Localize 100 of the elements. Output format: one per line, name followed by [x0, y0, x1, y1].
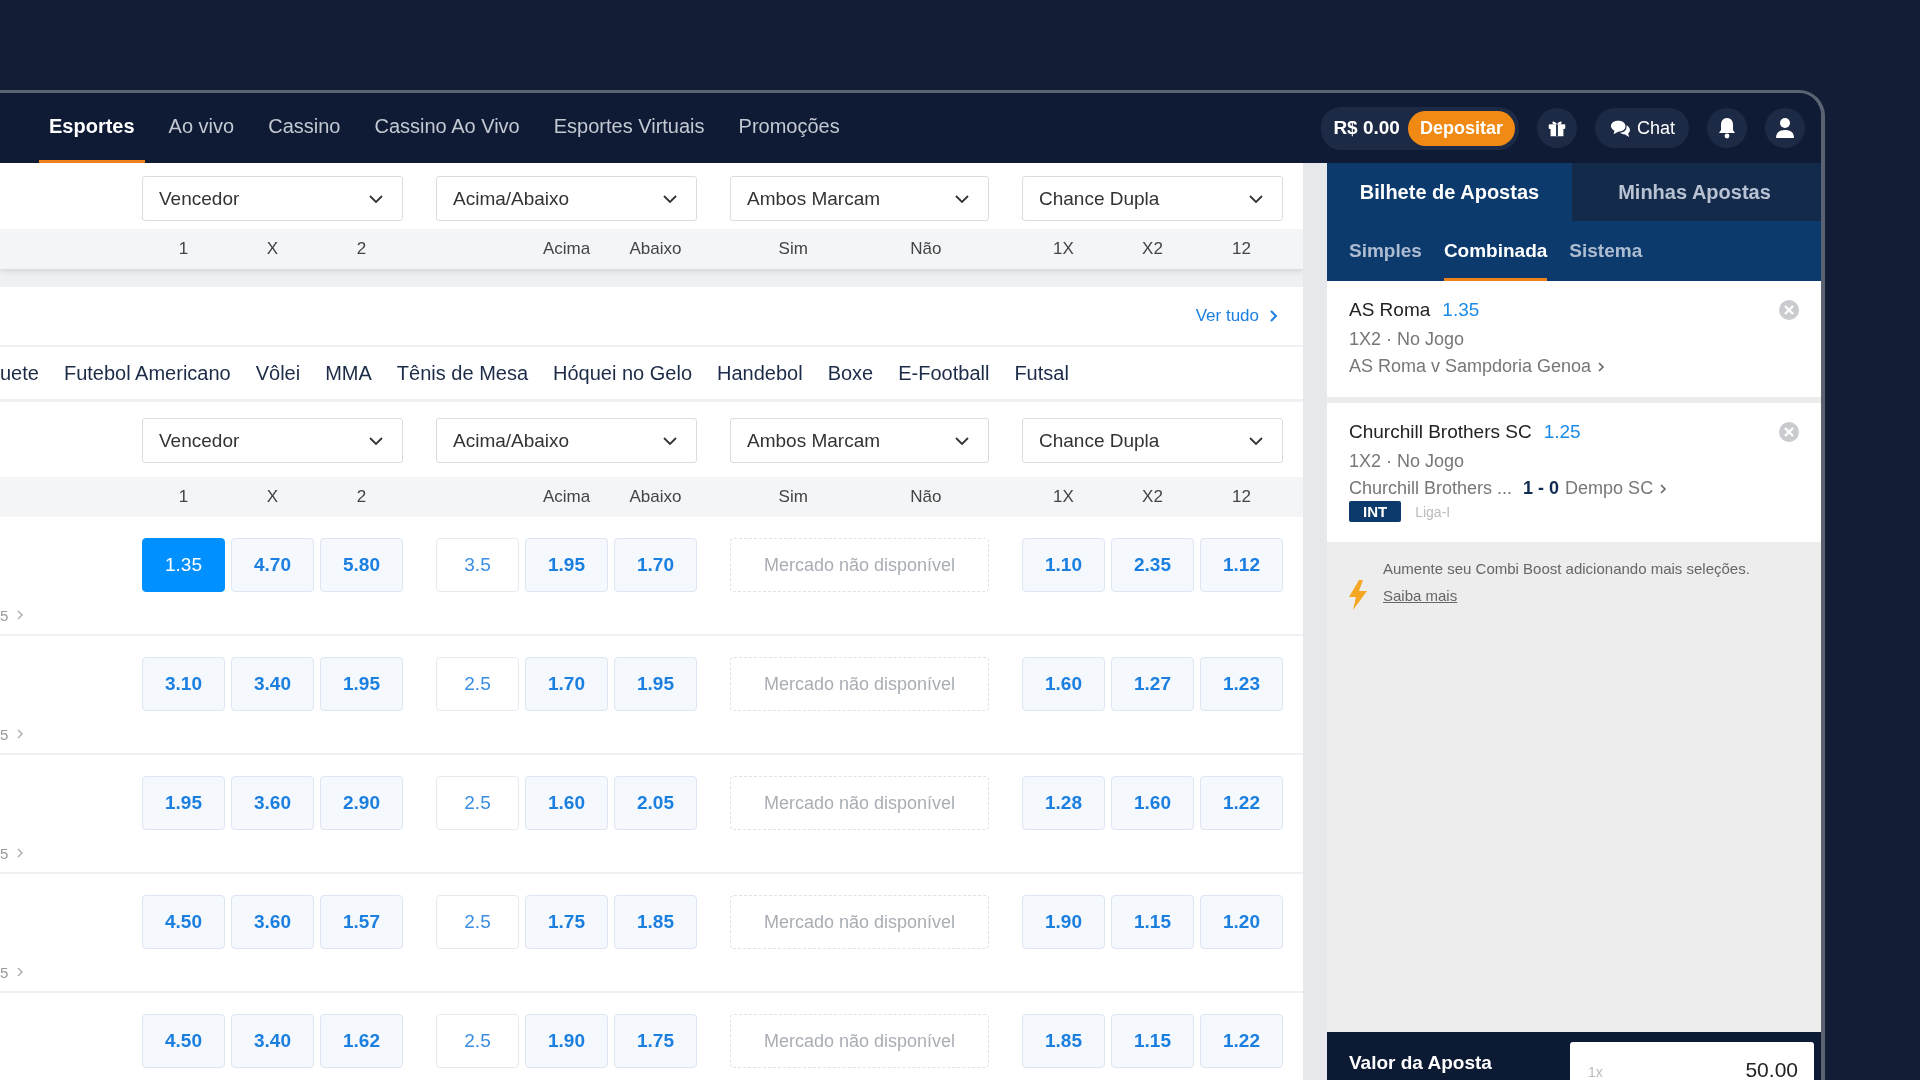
chevron-down-icon [368, 193, 384, 204]
odds-button[interactable]: 2.90 [320, 776, 403, 830]
gift-icon[interactable] [1536, 108, 1577, 148]
market-dropdown[interactable]: Ambos Marcam [730, 176, 989, 221]
betslip-tab[interactable]: Bilhete de Apostas [1327, 163, 1572, 221]
odds-button[interactable]: 1.95 [142, 776, 225, 830]
odds-button[interactable]: 1.57 [320, 895, 403, 949]
chevron-down-icon [954, 435, 970, 446]
more-markets-link[interactable]: 5 [0, 725, 25, 743]
chevron-right-icon [16, 847, 25, 859]
column-label: Abaixo [628, 487, 683, 507]
market-unavailable: Mercado não disponível [730, 895, 989, 949]
league-name: Liga-I [1415, 503, 1451, 520]
odds-button[interactable]: 1.60 [1111, 776, 1194, 830]
odds-button[interactable]: 4.70 [231, 538, 314, 592]
chat-button[interactable]: Chat [1594, 108, 1689, 148]
betslip-tab[interactable]: Minhas Apostas [1572, 163, 1817, 221]
odds-button[interactable]: 1.28 [1022, 776, 1105, 830]
sport-tab[interactable]: MMA [325, 361, 372, 385]
notification-bell-icon[interactable] [1707, 108, 1747, 148]
odds-button[interactable]: 3.60 [231, 776, 314, 830]
odds-button[interactable]: 1.62 [320, 1014, 403, 1068]
sport-tab[interactable]: Boxe [827, 361, 874, 385]
event-link[interactable]: Churchill Brothers ... 1 - 0 Dempo SC [1349, 478, 1800, 499]
odds-button[interactable]: 1.90 [525, 1014, 608, 1068]
odds-button[interactable]: 1.23 [1200, 657, 1283, 711]
user-icon[interactable] [1765, 108, 1805, 148]
odds-button[interactable]: 1.22 [1200, 776, 1283, 830]
odds-button[interactable]: 1.75 [525, 895, 608, 949]
market-dropdown[interactable]: Acima/Abaixo [436, 176, 697, 221]
sport-tab[interactable]: Futsal [1014, 361, 1069, 385]
odds-button[interactable]: 3.40 [231, 1014, 314, 1068]
bet-type-tab[interactable]: Simples [1349, 221, 1422, 281]
column-label: 12 [1231, 239, 1252, 259]
sport-tab[interactable]: Handebol [717, 361, 803, 385]
market-dropdown[interactable]: Chance Dupla [1022, 418, 1283, 463]
column-label: 2 [355, 239, 368, 259]
column-label: 1 [177, 239, 190, 259]
odds-button[interactable]: 1.60 [1022, 657, 1105, 711]
sport-tab[interactable]: Futebol Americano [63, 361, 231, 385]
odds-button[interactable]: 3.60 [231, 895, 314, 949]
odds-button[interactable]: 1.95 [525, 538, 608, 592]
market-dropdown[interactable]: Vencedor [142, 176, 403, 221]
odds-button[interactable]: 5.80 [320, 538, 403, 592]
odds-button[interactable]: 1.27 [1111, 657, 1194, 711]
market-dropdown[interactable]: Acima/Abaixo [436, 418, 697, 463]
sport-tab[interactable]: E-Football [898, 361, 990, 385]
market-name: 1X2 · No Jogo [1349, 451, 1466, 472]
odds-button[interactable]: 1.85 [614, 895, 697, 949]
more-markets-link[interactable]: 5 [0, 963, 25, 981]
market-dropdown[interactable]: Ambos Marcam [730, 418, 989, 463]
nav-link[interactable]: Cassino [268, 93, 341, 163]
odds-button[interactable]: 4.50 [142, 895, 225, 949]
odds-button[interactable]: 1.12 [1200, 538, 1283, 592]
odds-button[interactable]: 1.22 [1200, 1014, 1283, 1068]
sport-tab[interactable]: Hóquei no Gelo [553, 361, 692, 385]
odds-button[interactable]: 3.10 [142, 657, 225, 711]
column-label: Abaixo [628, 239, 683, 259]
odds-button[interactable]: 1.10 [1022, 538, 1105, 592]
market-dropdown[interactable]: Vencedor [142, 418, 403, 463]
nav-link[interactable]: Ao vivo [168, 93, 235, 163]
nav-link[interactable]: Esportes Virtuais [553, 93, 705, 163]
odds-button[interactable]: 1.95 [614, 657, 697, 711]
odds-button[interactable]: 1.35 [142, 538, 225, 592]
odds-button[interactable]: 3.40 [231, 657, 314, 711]
nav-link[interactable]: Promoções [738, 93, 840, 163]
market-dropdown[interactable]: Chance Dupla [1022, 176, 1283, 221]
odds-button[interactable]: 1.70 [525, 657, 608, 711]
odds-button[interactable]: 1.75 [614, 1014, 697, 1068]
odds-button[interactable]: 1.15 [1111, 1014, 1194, 1068]
odds-button[interactable]: 4.50 [142, 1014, 225, 1068]
chevron-down-icon [662, 435, 678, 446]
selection-odds: 1.35 [1442, 299, 1480, 321]
odds-button[interactable]: 1.20 [1200, 895, 1283, 949]
odds-button[interactable]: 1.85 [1022, 1014, 1105, 1068]
deposit-button[interactable]: Depositar [1407, 110, 1515, 146]
stake-input[interactable]: 1x 50.00 [1570, 1042, 1814, 1080]
column-label: Acima [541, 487, 592, 507]
odds-button[interactable]: 1.60 [525, 776, 608, 830]
more-markets-link[interactable]: 5 [0, 606, 25, 624]
sport-tab[interactable]: Vôlei [255, 361, 301, 385]
odds-button[interactable]: 1.90 [1022, 895, 1105, 949]
odds-button[interactable]: 2.05 [614, 776, 697, 830]
learn-more-link[interactable]: Saiba mais [1383, 587, 1458, 604]
market-unavailable: Mercado não disponível [730, 657, 989, 711]
event-link[interactable]: AS Roma v Sampdoria Genoa [1349, 356, 1800, 377]
chat-bubbles-icon [1608, 118, 1631, 138]
sport-tab[interactable]: uete [0, 361, 39, 385]
sport-tab[interactable]: Tênis de Mesa [396, 361, 529, 385]
see-all-link[interactable]: Ver tudo [1195, 306, 1279, 326]
odds-button[interactable]: 1.95 [320, 657, 403, 711]
more-markets-link[interactable]: 5 [0, 844, 25, 862]
chevron-right-icon [16, 609, 25, 621]
odds-button[interactable]: 1.70 [614, 538, 697, 592]
nav-link[interactable]: Cassino Ao Vivo [374, 93, 520, 163]
column-label: 12 [1231, 487, 1252, 507]
odds-button[interactable]: 1.15 [1111, 895, 1194, 949]
market-unavailable: Mercado não disponível [730, 1014, 989, 1068]
bet-type-tab[interactable]: Sistema [1569, 221, 1643, 281]
odds-button[interactable]: 2.35 [1111, 538, 1194, 592]
